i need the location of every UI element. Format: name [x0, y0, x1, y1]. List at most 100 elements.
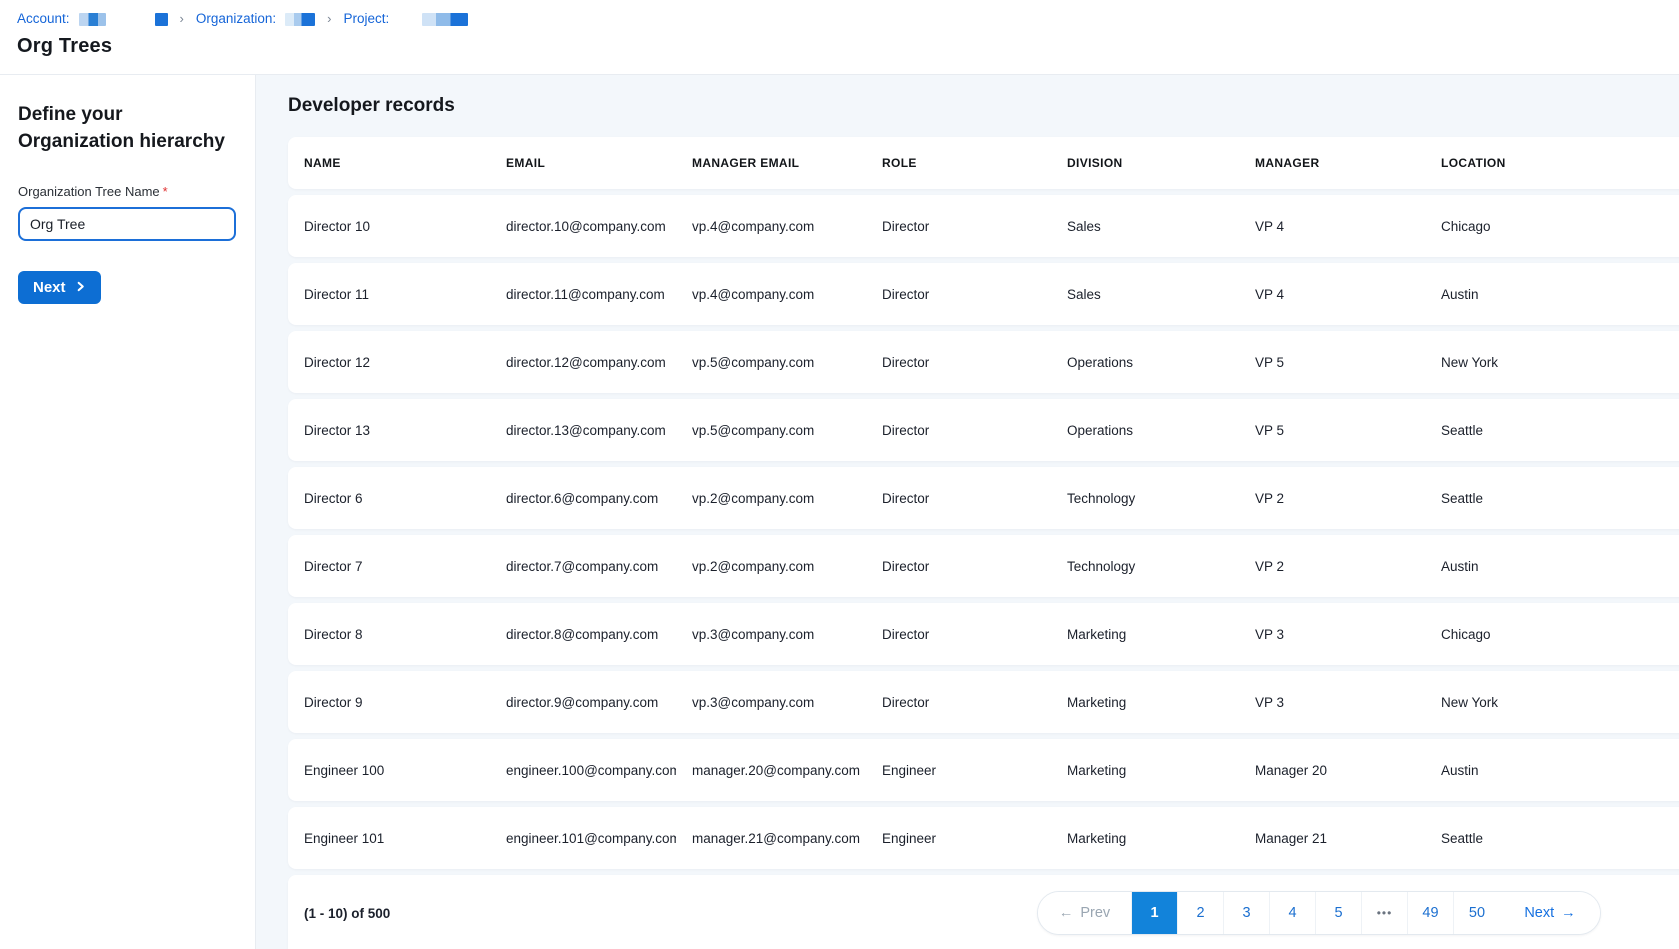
table-cell: director.7@company.com — [490, 559, 676, 574]
pagination-next-button[interactable]: Next → — [1500, 892, 1600, 934]
table-cell: Director — [866, 219, 1051, 234]
sidebar-heading: Define your Organization hierarchy — [18, 101, 228, 155]
table-row: Engineer 101engineer.101@company.commana… — [288, 807, 1679, 869]
breadcrumb-project-link[interactable]: Project: — [344, 10, 390, 28]
table-row: Director 11director.11@company.comvp.4@c… — [288, 263, 1679, 325]
table-cell: VP 5 — [1239, 423, 1425, 438]
table-cell: Chicago — [1425, 219, 1679, 234]
table-cell: Director 9 — [288, 695, 490, 710]
pagination-page-4[interactable]: 4 — [1270, 892, 1316, 934]
table-cell: Director — [866, 695, 1051, 710]
table-cell: vp.4@company.com — [676, 287, 866, 302]
table-footer: (1 - 10) of 500 ← Prev 12345•••4950 Next… — [288, 875, 1679, 949]
table-cell: director.13@company.com — [490, 423, 676, 438]
breadcrumb: Account: › Organization: › Project: — [17, 10, 1679, 28]
arrow-right-icon: → — [1561, 905, 1576, 921]
table-cell: Director 13 — [288, 423, 490, 438]
table-cell: Technology — [1051, 491, 1239, 506]
pagination-ellipsis: ••• — [1362, 892, 1408, 934]
table-cell: Austin — [1425, 287, 1679, 302]
next-label: Next — [1524, 905, 1554, 921]
table-cell: Sales — [1051, 219, 1239, 234]
table-cell: director.6@company.com — [490, 491, 676, 506]
table-cell: vp.3@company.com — [676, 695, 866, 710]
pagination-page-49[interactable]: 49 — [1408, 892, 1454, 934]
table-cell: VP 5 — [1239, 355, 1425, 370]
page-header: Account: › Organization: › Project: Org … — [0, 0, 1679, 75]
table-header-row: NAMEEMAILMANAGER EMAILROLEDIVISIONMANAGE… — [288, 137, 1679, 189]
table-cell: vp.2@company.com — [676, 491, 866, 506]
pagination-page-3[interactable]: 3 — [1224, 892, 1270, 934]
main-content: Developer records NAMEEMAILMANAGER EMAIL… — [256, 75, 1679, 949]
table-cell: Sales — [1051, 287, 1239, 302]
table-row: Director 8director.8@company.comvp.3@com… — [288, 603, 1679, 665]
table-cell: Director 7 — [288, 559, 490, 574]
table-cell: Seattle — [1425, 491, 1679, 506]
column-header-manager-email: MANAGER EMAIL — [676, 156, 866, 170]
pagination: ← Prev 12345•••4950 Next → — [1037, 891, 1601, 935]
pagination-prev-button[interactable]: ← Prev — [1038, 892, 1132, 934]
developer-records-table: NAMEEMAILMANAGER EMAILROLEDIVISIONMANAGE… — [288, 137, 1679, 949]
table-cell: Engineer 101 — [288, 831, 490, 846]
table-cell: New York — [1425, 695, 1679, 710]
table-row: Director 10director.10@company.comvp.4@c… — [288, 195, 1679, 257]
table-cell: Director — [866, 287, 1051, 302]
next-button[interactable]: Next — [18, 271, 101, 304]
table-row: Engineer 100engineer.100@company.commana… — [288, 739, 1679, 801]
table-cell: vp.5@company.com — [676, 355, 866, 370]
table-row: Director 6director.6@company.comvp.2@com… — [288, 467, 1679, 529]
table-cell: Marketing — [1051, 627, 1239, 642]
breadcrumb-account-link[interactable]: Account: — [17, 10, 70, 28]
table-cell: vp.5@company.com — [676, 423, 866, 438]
table-cell: Director 8 — [288, 627, 490, 642]
redacted-account-value — [79, 13, 106, 26]
redacted-project-value — [422, 13, 468, 26]
table-cell: director.11@company.com — [490, 287, 676, 302]
table-cell: VP 3 — [1239, 695, 1425, 710]
column-header-role: ROLE — [866, 156, 1051, 170]
chevron-right-icon: › — [322, 10, 336, 28]
table-cell: Engineer — [866, 763, 1051, 778]
tree-name-label-text: Organization Tree Name — [18, 184, 160, 199]
table-cell: Operations — [1051, 355, 1239, 370]
table-cell: Manager 21 — [1239, 831, 1425, 846]
table-cell: engineer.101@company.com — [490, 831, 676, 846]
pagination-range-summary: (1 - 10) of 500 — [304, 906, 390, 921]
table-cell: vp.4@company.com — [676, 219, 866, 234]
table-cell: manager.21@company.com — [676, 831, 866, 846]
chevron-right-icon — [75, 279, 86, 296]
table-cell: Director — [866, 491, 1051, 506]
table-cell: Marketing — [1051, 695, 1239, 710]
pagination-page-50[interactable]: 50 — [1454, 892, 1500, 934]
table-cell: Marketing — [1051, 831, 1239, 846]
table-cell: New York — [1425, 355, 1679, 370]
table-body: Director 10director.10@company.comvp.4@c… — [288, 195, 1679, 869]
table-cell: Seattle — [1425, 831, 1679, 846]
pagination-page-5[interactable]: 5 — [1316, 892, 1362, 934]
table-cell: VP 2 — [1239, 491, 1425, 506]
table-cell: Director 12 — [288, 355, 490, 370]
table-cell: engineer.100@company.com — [490, 763, 676, 778]
pagination-page-1[interactable]: 1 — [1132, 892, 1178, 934]
pagination-page-2[interactable]: 2 — [1178, 892, 1224, 934]
table-row: Director 9director.9@company.comvp.3@com… — [288, 671, 1679, 733]
table-cell: VP 3 — [1239, 627, 1425, 642]
column-header-name: NAME — [288, 156, 490, 170]
table-cell: Technology — [1051, 559, 1239, 574]
table-cell: vp.3@company.com — [676, 627, 866, 642]
tree-name-input[interactable] — [18, 207, 236, 241]
column-header-location: LOCATION — [1425, 156, 1679, 170]
sidebar: Define your Organization hierarchy Organ… — [0, 75, 256, 949]
table-cell: Director — [866, 423, 1051, 438]
column-header-manager: MANAGER — [1239, 156, 1425, 170]
next-button-label: Next — [33, 279, 66, 296]
arrow-left-icon: ← — [1059, 905, 1074, 921]
redacted-organization-value — [285, 13, 315, 26]
column-header-email: EMAIL — [490, 156, 676, 170]
breadcrumb-organization-link[interactable]: Organization: — [196, 10, 276, 28]
table-cell: VP 2 — [1239, 559, 1425, 574]
table-cell: VP 4 — [1239, 287, 1425, 302]
table-cell: Operations — [1051, 423, 1239, 438]
column-header-division: DIVISION — [1051, 156, 1239, 170]
table-cell: vp.2@company.com — [676, 559, 866, 574]
